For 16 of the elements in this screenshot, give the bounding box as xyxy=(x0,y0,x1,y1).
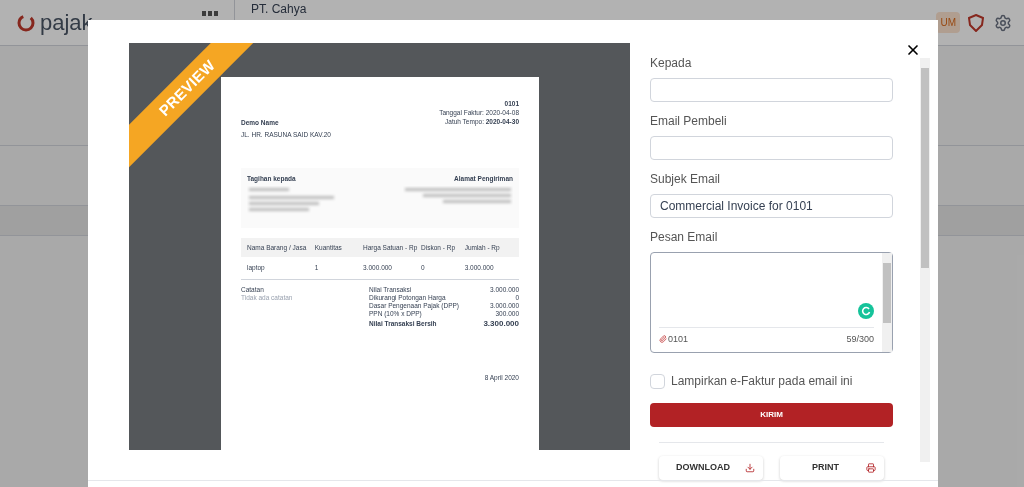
attachment-name: 0101 xyxy=(668,332,689,346)
send-button[interactable]: KIRIM xyxy=(650,403,893,427)
field-label: Pesan Email xyxy=(650,229,719,246)
summary-value: 3.300.000 xyxy=(483,318,519,329)
field-label: Subjek Email xyxy=(650,171,722,188)
field-label: Email Pembeli xyxy=(650,113,728,130)
print-button[interactable]: PRINT xyxy=(780,456,884,480)
download-button[interactable]: DOWNLOAD xyxy=(659,456,763,480)
field-label: Kepada xyxy=(650,55,693,72)
message-textarea[interactable]: 0101 59/300 xyxy=(650,252,893,353)
plan-badge: UM xyxy=(936,12,960,33)
text-field[interactable]: Commercial Invoice for 0101 xyxy=(650,194,893,218)
character-counter: 59/300 xyxy=(846,332,874,346)
checkbox-label: Lampirkan e-Faktur pada email ini xyxy=(671,373,853,390)
company-name: PT. Cahya xyxy=(251,0,307,18)
logo-text: pajak xyxy=(40,9,93,37)
